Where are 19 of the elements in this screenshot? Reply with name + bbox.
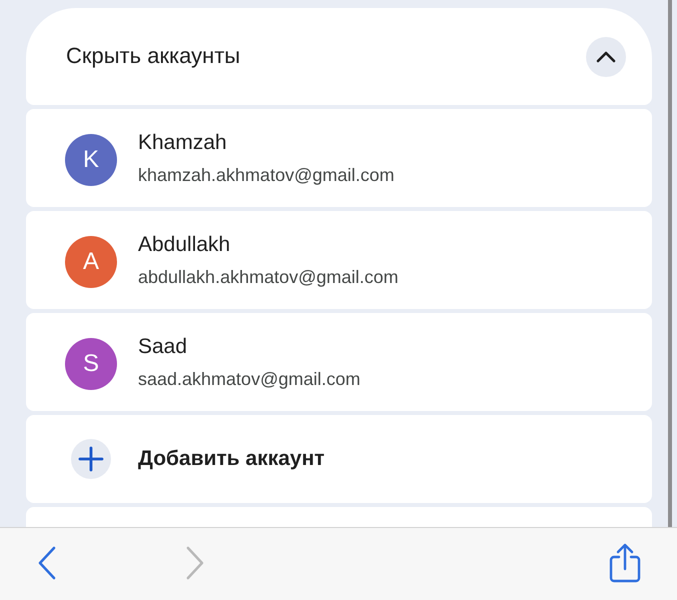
account-name: Khamzah [138,130,228,156]
plus-icon [71,439,111,479]
account-email: abdullakh.akhmatov@gmail.com [138,266,398,288]
account-email: khamzah.akhmatov@gmail.com [138,164,394,186]
account-name: Saad [138,334,188,360]
hide-accounts-toggle[interactable]: Скрыть аккаунты [26,8,652,105]
chevron-right-icon [185,546,205,580]
avatar: A [65,236,117,288]
add-account-button[interactable]: Добавить аккаунт [26,415,652,503]
account-name: Abdullakh [138,232,232,258]
account-item[interactable]: S Saad saad.akhmatov@gmail.com [26,313,652,411]
avatar: K [65,134,117,186]
account-item[interactable]: K Khamzah khamzah.akhmatov@gmail.com [26,109,652,207]
chevron-left-icon [37,546,57,580]
share-button[interactable] [608,541,642,585]
account-email: saad.akhmatov@gmail.com [138,368,360,390]
account-item[interactable]: A Abdullakh abdullakh.akhmatov@gmail.com [26,211,652,309]
avatar: S [65,338,117,390]
share-icon [609,543,641,583]
